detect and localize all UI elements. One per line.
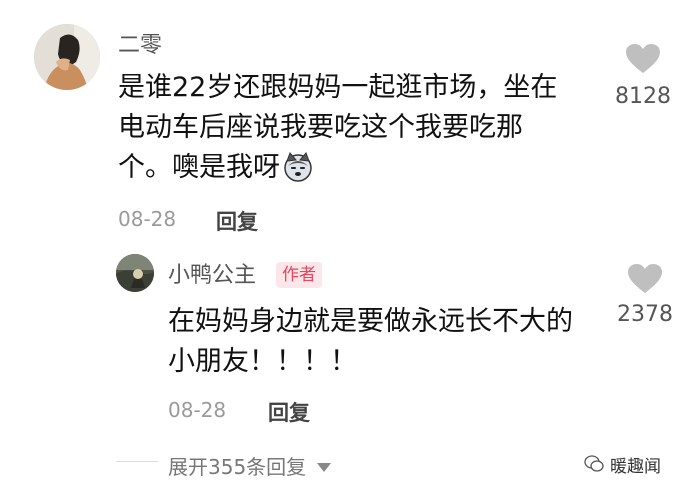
reply-like-button[interactable]: [628, 264, 662, 298]
comment-line: 是谁22岁还跟妈妈一起逛市场，坐在: [118, 72, 558, 103]
commenter-username[interactable]: 二零: [118, 35, 162, 57]
comment-date: 08-28: [118, 207, 177, 231]
comment-body: 是谁22岁还跟妈妈一起逛市场，坐在 电动车后座说我要吃这个我要吃那 个。噢是我呀: [118, 68, 598, 194]
heart-icon: [628, 264, 662, 293]
comment-reply-button[interactable]: 回复: [216, 206, 258, 236]
reply-line: 在妈妈身边就是要做永远长不大的: [168, 306, 573, 337]
comment-line-text: 个。噢是我呀: [118, 152, 280, 183]
reply-date: 08-28: [168, 398, 227, 422]
husky-emoji-icon: [282, 152, 314, 194]
wechat-logo-icon: [584, 454, 604, 474]
replier-avatar[interactable]: [116, 254, 154, 292]
expand-replies-label: 展开355条回复: [168, 455, 307, 479]
comment-line: 个。噢是我呀: [118, 148, 598, 194]
expand-divider: [116, 461, 158, 462]
watermark-text: 暖趣闻: [610, 457, 661, 477]
avatar-image: [34, 24, 100, 90]
expand-replies-button[interactable]: 展开355条回复: [168, 451, 331, 480]
reply-line: 小朋友！！！！: [168, 346, 357, 377]
commenter-avatar[interactable]: [34, 24, 100, 90]
comment-line: 电动车后座说我要吃这个我要吃那: [118, 112, 523, 143]
reply-body: 在妈妈身边就是要做永远长不大的 小朋友！！！！: [168, 302, 608, 382]
author-badge: 作者: [276, 262, 322, 288]
comment-like-button[interactable]: [626, 44, 660, 78]
comment-like-count: 8128: [615, 84, 671, 109]
reply-like-count: 2378: [617, 302, 673, 327]
heart-icon: [626, 44, 660, 73]
reply-reply-button[interactable]: 回复: [268, 397, 310, 427]
avatar-image: [116, 254, 154, 292]
chevron-down-icon: [316, 453, 331, 477]
replier-username[interactable]: 小鸭公主: [168, 265, 256, 287]
